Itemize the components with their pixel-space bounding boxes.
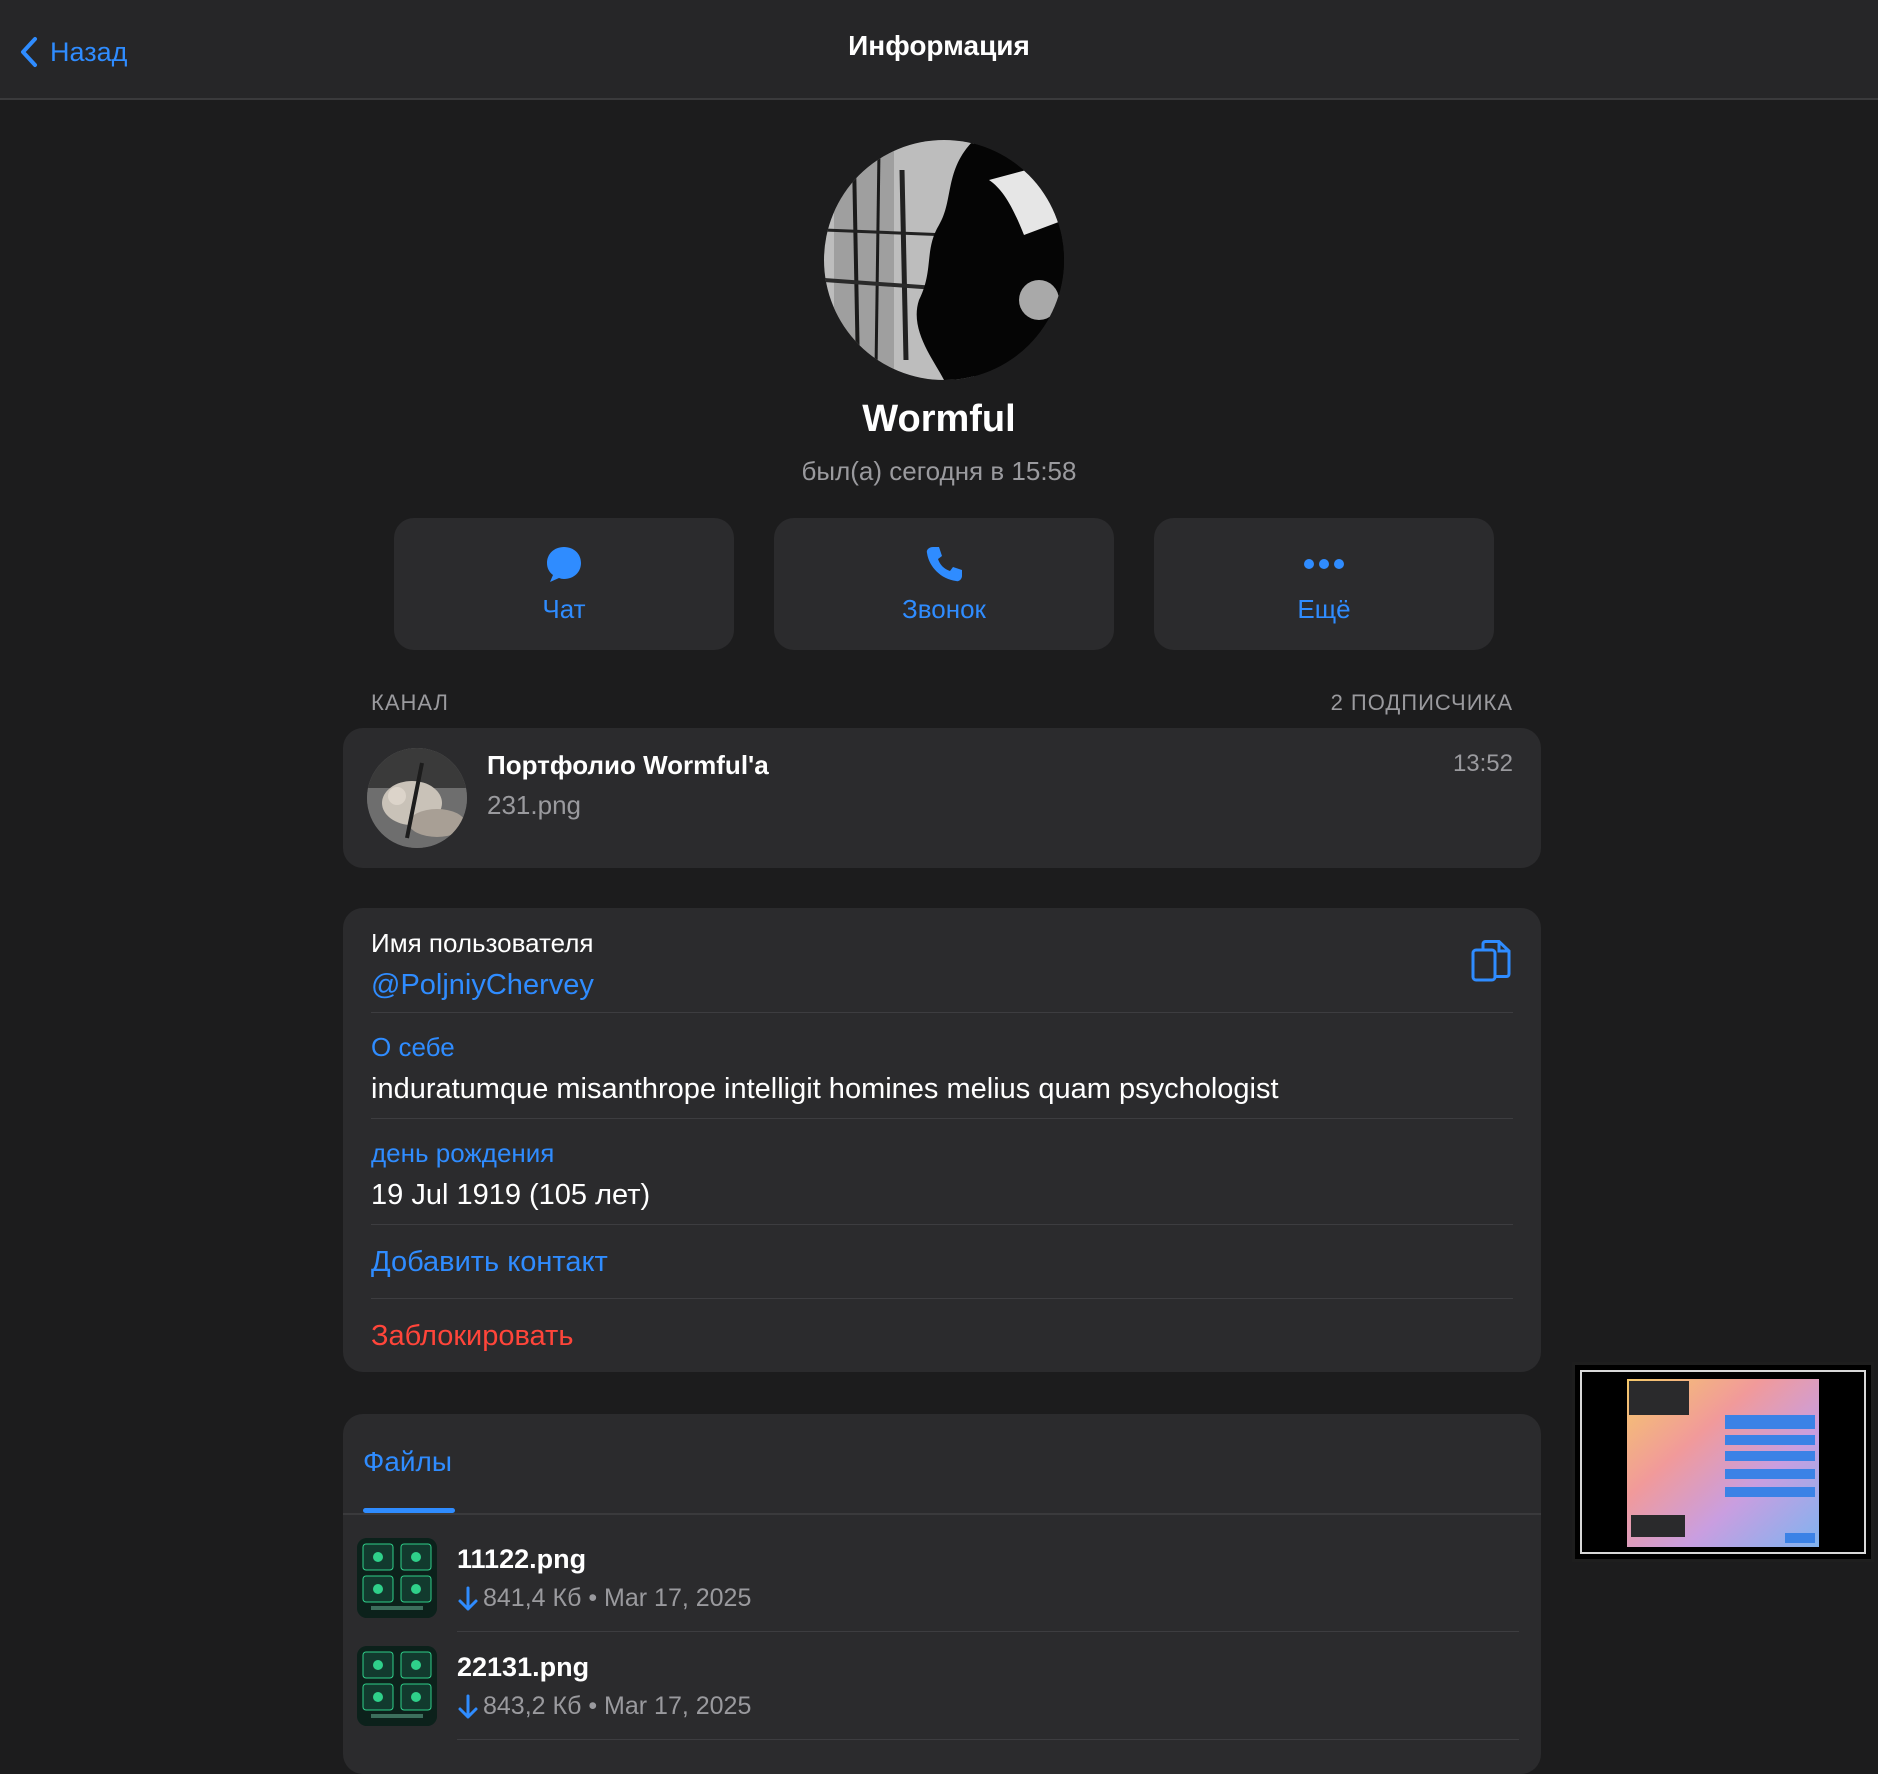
download-arrow-icon — [458, 1586, 478, 1610]
file-thumbnail — [357, 1538, 437, 1618]
file-size: 843,2 Кб — [483, 1692, 582, 1720]
more-button-label: Ещё — [1297, 593, 1351, 624]
pip-thumbnail — [1575, 1365, 1871, 1559]
username-row[interactable]: Имя пользователя @PoljniyChervey — [371, 928, 1513, 1002]
phone-icon — [926, 546, 962, 581]
file-item[interactable]: 11122.png 841,4 Кб • Mar 17, 2025 — [357, 1524, 1519, 1632]
divider — [371, 1012, 1513, 1013]
divider — [371, 1298, 1513, 1299]
chat-bubble-icon — [547, 546, 581, 582]
channel-title: Портфолио Wormful'а — [487, 750, 769, 780]
birthday-value: 19 Jul 1919 (105 лет) — [371, 1179, 651, 1211]
file-thumbnail — [357, 1646, 437, 1726]
more-dots-icon — [1304, 558, 1344, 569]
channel-time: 13:52 — [1452, 750, 1513, 777]
meta-separator: • — [581, 1584, 605, 1612]
add-contact-button[interactable]: Добавить контакт — [371, 1246, 1513, 1279]
about-row: О себе induratumque misanthrope intellig… — [371, 1032, 1513, 1106]
avatar-image — [824, 140, 1064, 380]
divider — [371, 1224, 1513, 1225]
shared-media-card: Файлы 11122.png 841,4 Кб • Mar 17, 2025 … — [343, 1414, 1541, 1774]
copy-icon — [1471, 940, 1511, 982]
chat-button[interactable]: Чат — [394, 518, 734, 650]
subscriber-count: 2 ПОДПИСЧИКА — [1330, 690, 1513, 715]
navigation-bar: Назад Информация — [0, 0, 1878, 100]
channel-avatar — [367, 748, 467, 848]
profile-name: Wormful — [862, 398, 1016, 440]
more-button[interactable]: Ещё — [1154, 518, 1494, 650]
profile-avatar[interactable] — [824, 140, 1064, 380]
meta-separator: • — [581, 1692, 605, 1720]
file-date: Mar 17, 2025 — [604, 1692, 752, 1720]
page-title: Информация — [848, 30, 1030, 61]
file-name: 22131.png — [457, 1652, 590, 1682]
tab-files[interactable]: Файлы — [363, 1446, 452, 1478]
call-button-label: Звонок — [902, 593, 986, 624]
divider — [371, 1118, 1513, 1119]
username-label: Имя пользователя — [371, 928, 594, 958]
picture-in-picture-preview[interactable] — [1572, 1362, 1874, 1562]
file-date: Mar 17, 2025 — [604, 1584, 752, 1612]
username-value[interactable]: @PoljniyChervey — [371, 969, 1513, 1002]
about-label: О себе — [371, 1032, 455, 1062]
channel-last-message: 231.png — [487, 790, 581, 820]
divider — [457, 1739, 1519, 1740]
about-text: induratumque misanthrope intelligit homi… — [371, 1073, 1279, 1105]
info-card: Имя пользователя @PoljniyChervey О себе … — [343, 908, 1541, 1372]
tab-divider — [343, 1513, 1541, 1515]
birthday-label: день рождения — [371, 1138, 555, 1168]
file-item[interactable]: 22131.png 843,2 Кб • Mar 17, 2025 — [357, 1632, 1519, 1740]
call-button[interactable]: Звонок — [774, 518, 1114, 650]
file-size: 841,4 Кб — [483, 1584, 582, 1612]
last-seen-status: был(а) сегодня в 15:58 — [801, 456, 1077, 486]
chat-button-label: Чат — [542, 593, 586, 624]
copy-username-button[interactable] — [1469, 938, 1513, 986]
channel-card[interactable]: Портфолио Wormful'а 231.png 13:52 — [343, 728, 1541, 868]
channel-section-label: КАНАЛ — [371, 690, 449, 715]
block-user-button[interactable]: Заблокировать — [371, 1320, 1513, 1353]
file-meta: 843,2 Кб • Mar 17, 2025 — [457, 1692, 751, 1721]
download-arrow-icon — [458, 1694, 478, 1718]
file-name: 11122.png — [457, 1544, 587, 1574]
file-meta: 841,4 Кб • Mar 17, 2025 — [457, 1584, 751, 1613]
birthday-row: день рождения 19 Jul 1919 (105 лет) — [371, 1138, 1513, 1212]
